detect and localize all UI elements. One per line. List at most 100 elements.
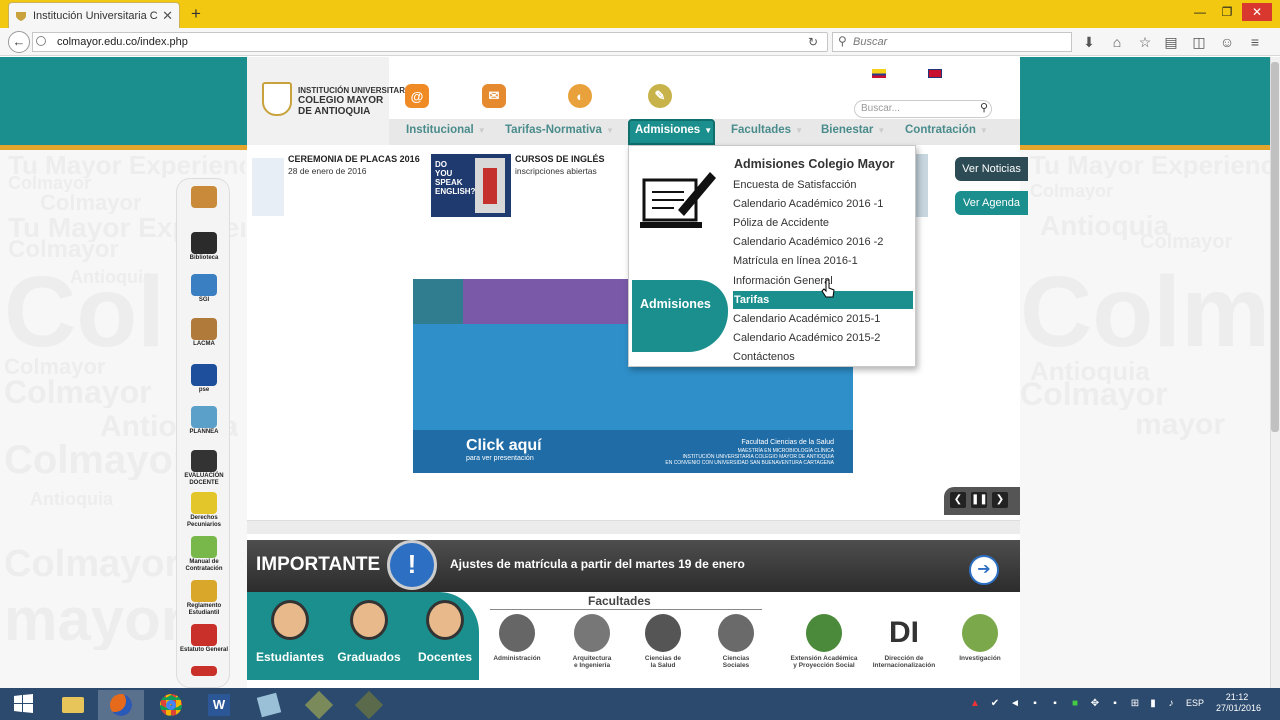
tab-close-icon[interactable]: ✕ — [162, 8, 173, 24]
quick-link-correo-interno[interactable]: @ Correo Interno — [405, 82, 464, 110]
tray-icon[interactable]: ■ — [1068, 697, 1082, 711]
site-search-input[interactable]: Buscar... — [854, 100, 992, 118]
dropdown-item[interactable]: Calendario Académico 2016 -2 — [733, 233, 913, 251]
sidebar-link-label: Derechos Pecuniarios — [186, 515, 221, 528]
faculty-link[interactable]: Administración — [482, 614, 552, 662]
language-es-link[interactable]: ES — [872, 68, 905, 80]
app-icon[interactable] — [246, 690, 292, 720]
tray-icon[interactable]: ▪ — [1108, 697, 1122, 711]
tray-icon[interactable]: ✔ — [988, 697, 1002, 711]
pocket-icon[interactable]: ◫ — [1190, 33, 1208, 51]
pdf-tray-icon[interactable]: ▲ — [968, 697, 982, 711]
menu-contratacion[interactable]: Contratación ▼ — [905, 119, 988, 145]
network-icon[interactable]: ▮ — [1146, 697, 1160, 711]
quick-link-academico-interactivo[interactable]: ✎ Académico Interactivo — [648, 82, 724, 110]
slide-prev-icon[interactable]: ❮ — [950, 492, 966, 508]
faculty-link[interactable]: Extensión Académica y Proyección Social — [789, 614, 859, 669]
menu-tarifas-normativa[interactable]: Tarifas-Normativa ▼ — [505, 119, 614, 145]
sidebar-link[interactable]: PLANNEA — [178, 406, 230, 436]
dropdown-item[interactable]: Contáctenos — [733, 348, 913, 366]
sidebar-link[interactable]: Estatuto General — [178, 624, 230, 654]
file-explorer-icon[interactable] — [50, 690, 96, 720]
quick-link-correo-estudiantil[interactable]: ✉ Correo Estudiantil — [482, 82, 555, 110]
windows-start-icon[interactable] — [8, 691, 38, 717]
slide-cta[interactable]: Click aquí — [466, 437, 542, 455]
sidebar-link[interactable]: Derechos Pecuniarios — [178, 492, 230, 528]
news-thumbnail[interactable]: DO YOU SPEAK ENGLISH? — [431, 154, 511, 217]
dropdown-item[interactable]: Matrícula en línea 2016-1 — [733, 252, 913, 270]
dropdown-item[interactable]: Calendario Académico 2015-1 — [733, 310, 913, 328]
dropdown-item[interactable]: Calendario Académico 2016 -1 — [733, 195, 913, 213]
chrome-icon[interactable] — [148, 690, 194, 720]
sidebar-link[interactable]: pse — [178, 364, 230, 394]
sidebar-link[interactable] — [178, 186, 230, 209]
back-arrow-icon[interactable]: ← — [8, 31, 30, 53]
profile-docentes[interactable]: Docentes — [405, 600, 485, 664]
download-icon[interactable]: ⬇ — [1080, 33, 1098, 51]
sidebar-link[interactable]: LACMA — [178, 318, 230, 348]
quick-link-campus-virtual[interactable]: ◐ Campus Virtual — [568, 82, 632, 110]
language-en-link[interactable]: EN — [928, 68, 961, 80]
dropdown-item[interactable]: Póliza de Accidente — [733, 214, 913, 232]
windows-tray-icon[interactable]: ⊞ — [1128, 697, 1142, 711]
sidebar-link[interactable]: Reglamento Estudiantil — [178, 580, 230, 616]
bookmark-star-icon[interactable]: ☆ — [1136, 33, 1154, 51]
address-bar[interactable]: colmayor.edu.co/index.php — [32, 32, 828, 52]
word-icon[interactable]: W — [196, 690, 242, 720]
profile-graduados[interactable]: Graduados — [329, 600, 409, 664]
clock[interactable]: 21:12 27/01/2016 — [1216, 692, 1261, 714]
menu-admisiones[interactable]: Admisiones ▼ — [628, 119, 715, 145]
hamburger-menu-icon[interactable]: ≡ — [1246, 33, 1264, 51]
important-text[interactable]: Ajustes de matrícula a partir del martes… — [450, 557, 745, 571]
faculty-link[interactable]: Ciencias Sociales — [701, 614, 771, 669]
firefox-icon[interactable] — [98, 690, 144, 720]
maximize-icon[interactable]: ❐ — [1215, 3, 1239, 21]
faculty-link[interactable]: Investigación — [945, 614, 1015, 662]
dropdown-item[interactable]: Encuesta de Satisfacción — [733, 176, 913, 194]
dropdown-item[interactable]: Calendario Académico 2015-2 — [733, 329, 913, 347]
faculty-link[interactable]: Ciencias de la Salud — [628, 614, 698, 669]
browser-tab[interactable]: Institución Universitaria C... ✕ — [8, 2, 180, 28]
input-language[interactable]: ESP — [1186, 698, 1204, 708]
faculty-link[interactable]: Arquitectura e Ingeniería — [557, 614, 627, 669]
chat-icon[interactable]: ☺ — [1218, 33, 1236, 51]
speaker-icon[interactable]: ♪ — [1164, 697, 1178, 711]
news-title[interactable]: CEREMONIA DE PLACAS 2016 — [288, 154, 420, 164]
sidebar-link[interactable]: EVALUACIÓN DOCENTE — [178, 450, 230, 486]
sidebar-link[interactable]: Biblioteca — [178, 232, 230, 262]
scrollbar-thumb[interactable] — [1271, 62, 1279, 432]
slide-next-icon[interactable]: ❯ — [992, 492, 1008, 508]
news-thumbnail[interactable] — [252, 158, 284, 216]
tray-icon[interactable]: ▪ — [1028, 697, 1042, 711]
sidebar-link[interactable]: Manual de Contratación — [178, 536, 230, 572]
tray-icon[interactable]: ✥ — [1088, 697, 1102, 711]
site-info-icon[interactable] — [36, 36, 46, 46]
profile-estudiantes[interactable]: Estudiantes — [250, 600, 330, 664]
window-close-icon[interactable]: ✕ — [1242, 3, 1272, 21]
search-icon[interactable]: ⚲ — [976, 100, 992, 116]
reload-icon[interactable]: ↻ — [808, 35, 818, 49]
reading-list-icon[interactable]: ▤ — [1162, 33, 1180, 51]
app-icon[interactable] — [346, 690, 392, 720]
ver-noticias-button[interactable]: Ver Noticias — [955, 157, 1028, 181]
ver-agenda-button[interactable]: Ver Agenda — [955, 191, 1028, 215]
sidebar-link[interactable] — [178, 666, 230, 677]
browser-search-input[interactable]: Buscar — [832, 32, 1072, 52]
site-logo-text[interactable]: INSTITUCIÓN UNIVERSITARIA COLEGIO MAYOR … — [298, 86, 413, 117]
volume-icon[interactable]: ◄ — [1008, 697, 1022, 711]
menu-institucional[interactable]: Institucional ▼ — [406, 119, 486, 145]
new-tab-icon[interactable]: + — [186, 4, 206, 24]
sidebar-link[interactable]: SGI — [178, 274, 230, 304]
graduate-icon — [350, 600, 388, 640]
minimize-icon[interactable]: — — [1188, 3, 1212, 21]
home-icon[interactable]: ⌂ — [1108, 33, 1126, 51]
logo-shield-icon[interactable] — [262, 82, 292, 116]
news-title[interactable]: CURSOS DE INGLÉS — [515, 154, 605, 164]
faculty-link[interactable]: DI Dirección de Internacionalización — [869, 614, 939, 669]
slide-pause-icon[interactable]: ❚❚ — [971, 492, 988, 508]
app-icon[interactable] — [296, 690, 342, 720]
tray-icon[interactable]: ▪ — [1048, 697, 1062, 711]
menu-facultades[interactable]: Facultades ▼ — [731, 119, 803, 145]
menu-bienestar[interactable]: Bienestar ▼ — [821, 119, 885, 145]
arrow-right-icon[interactable]: ➔ — [969, 555, 999, 585]
